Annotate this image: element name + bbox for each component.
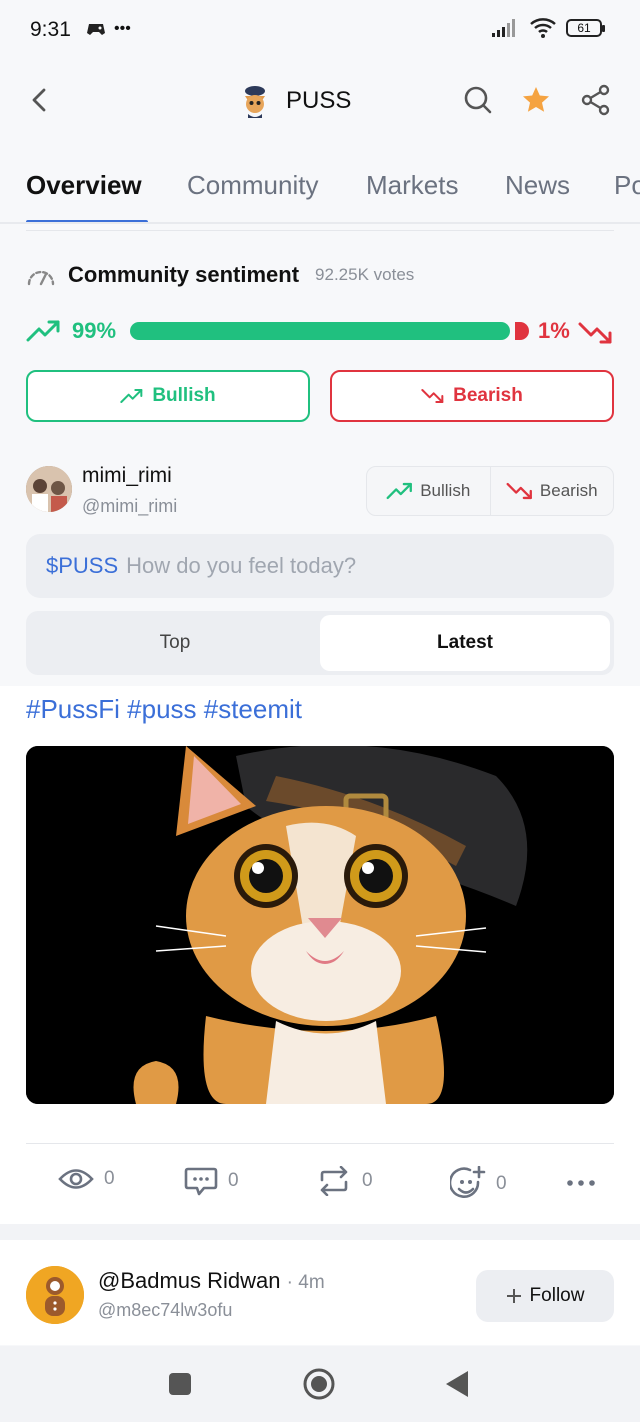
app-header: PUSS (0, 66, 640, 136)
bullish-vote-button[interactable]: Bullish (26, 370, 310, 422)
reactions-stat[interactable]: 0 (450, 1166, 507, 1202)
add-reaction-icon (450, 1166, 486, 1198)
user-avatar[interactable] (26, 466, 72, 512)
bearish-vote-button[interactable]: Bearish (330, 370, 614, 422)
sentiment-votes: 92.25K votes (315, 265, 415, 284)
status-bar: 9:31 ••• 61 (0, 0, 640, 60)
repost-icon (320, 1166, 348, 1196)
trend-down-icon (421, 389, 444, 403)
trend-down-icon (506, 482, 532, 500)
post-time: · 4m (286, 1272, 325, 1293)
status-time: 9:31 (30, 18, 71, 41)
composer-bullish-label: Bullish (420, 481, 471, 500)
comments-stat[interactable]: 0 (184, 1166, 239, 1196)
composer-user-name: mimi_rimi (82, 464, 172, 487)
more-options-icon[interactable] (566, 1176, 596, 1190)
feed-sort-toggle: Top Latest (26, 611, 614, 675)
bullish-bar-fill (130, 322, 510, 340)
bearish-bar-fill (515, 322, 529, 340)
battery-indicator: 61 (566, 19, 605, 37)
sentiment-title: Community sentiment (68, 262, 300, 287)
sentiment-bar: 99% 1% (26, 316, 616, 348)
bearish-vote-label: Bearish (453, 385, 523, 406)
user-photo (26, 466, 72, 512)
views-count: 0 (104, 1168, 115, 1189)
author-name[interactable]: @Badmus Ridwan (98, 1268, 281, 1293)
composer-bearish-label: Bearish (539, 481, 598, 500)
plus-icon (506, 1289, 521, 1303)
sentiment-header: Community sentiment 92.25K votes (26, 262, 414, 288)
divider (26, 230, 614, 231)
trend-up-icon (120, 389, 143, 403)
section-gap (0, 1224, 640, 1240)
post-divider (26, 1143, 614, 1144)
coin-title: PUSS (236, 82, 351, 120)
recents-icon[interactable] (162, 1366, 198, 1402)
tab-community[interactable]: Community (187, 170, 318, 201)
star-icon[interactable] (520, 84, 552, 116)
composer-bearish-button[interactable]: Bearish (491, 467, 614, 515)
wifi-icon (530, 18, 556, 38)
active-tab-indicator (26, 220, 148, 222)
back-nav-icon[interactable] (440, 1366, 476, 1402)
post-composer-input[interactable]: $PUSS How do you feel today? (26, 534, 614, 598)
composer-ticker: $PUSS (46, 553, 119, 578)
gingerbread-avatar-icon (26, 1266, 84, 1324)
tab-overview[interactable]: Overview (26, 170, 142, 201)
share-icon[interactable] (580, 84, 612, 116)
reposts-stat[interactable]: 0 (316, 1166, 373, 1196)
author-avatar[interactable] (26, 1266, 84, 1324)
status-more-dots: ••• (114, 20, 131, 37)
tab-po[interactable]: Po (614, 170, 640, 201)
reactions-count: 0 (496, 1173, 507, 1194)
gauge-icon (27, 270, 55, 286)
tab-markets[interactable]: Markets (366, 170, 458, 201)
eye-icon (58, 1169, 94, 1189)
tab-bar: Overview Community Markets News Po (0, 160, 640, 224)
trend-down-icon (578, 322, 612, 344)
coin-name: PUSS (286, 87, 352, 114)
system-navigation-bar (0, 1346, 640, 1422)
trend-up-icon (386, 482, 413, 500)
follow-button[interactable]: Follow (476, 1270, 614, 1322)
search-icon[interactable] (462, 84, 494, 116)
follow-label: Follow (529, 1285, 585, 1306)
post-hashtags[interactable]: #PussFi #puss #steemit (26, 694, 302, 725)
comment-icon (184, 1167, 218, 1196)
signal-icon (492, 19, 515, 37)
trend-up-icon (26, 320, 60, 342)
sort-top-button[interactable]: Top (30, 615, 320, 671)
sentiment-toggle: Bullish Bearish (366, 466, 614, 516)
home-icon[interactable] (301, 1366, 337, 1402)
composer-bullish-button[interactable]: Bullish (367, 467, 491, 515)
sort-latest-button[interactable]: Latest (320, 615, 610, 671)
comments-count: 0 (228, 1170, 239, 1191)
tab-news[interactable]: News (505, 170, 570, 201)
bearish-percent: 1% (538, 318, 570, 343)
author-handle: @m8ec74lw3ofu (98, 1300, 233, 1320)
game-controller-icon (87, 24, 105, 35)
bullish-percent: 99% (72, 318, 117, 343)
back-arrow-icon[interactable] (24, 84, 56, 116)
post-image[interactable] (26, 746, 614, 1104)
reposts-count: 0 (362, 1170, 373, 1191)
composer-user-handle: @mimi_rimi (82, 496, 178, 516)
coin-logo-icon (245, 86, 265, 118)
cat-with-hat-illustration (26, 746, 614, 1104)
composer-placeholder: How do you feel today? (126, 553, 357, 578)
author-line: @Badmus Ridwan · 4m (98, 1268, 325, 1294)
views-stat[interactable]: 0 (58, 1166, 115, 1192)
bullish-vote-label: Bullish (152, 385, 216, 406)
